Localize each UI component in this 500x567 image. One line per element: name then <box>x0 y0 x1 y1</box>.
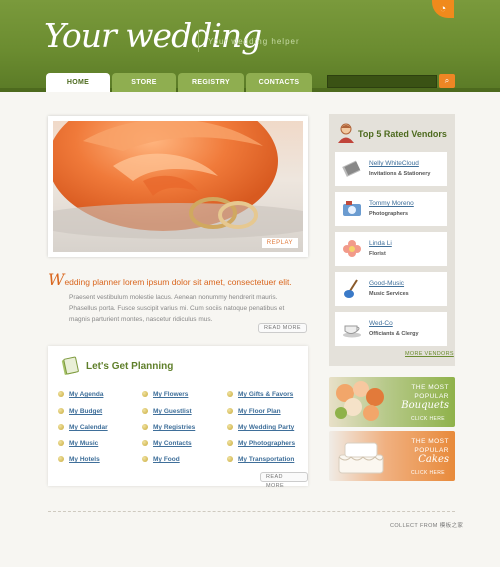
bullet-icon <box>227 408 233 414</box>
search-button[interactable]: ⌕ <box>439 74 455 88</box>
tab-registry[interactable]: REGISTRY <box>178 73 244 93</box>
planning-title: Let's Get Planning <box>86 361 174 372</box>
vendor-name[interactable]: Wed-Co <box>369 320 393 327</box>
camera-icon <box>343 201 361 216</box>
vendor-role: Photographers <box>369 211 409 217</box>
vendor-name[interactable]: Linda Li <box>369 240 392 247</box>
bouquets-banner[interactable]: THE MOST POPULAR Bouquets CLICK HERE <box>329 377 455 427</box>
intro-title: Wedding planner lorem ipsum dolor sit am… <box>48 270 292 289</box>
planning-link-music[interactable]: My Music <box>69 440 98 447</box>
banner-click-here[interactable]: CLICK HERE <box>411 416 445 422</box>
main-nav: HOME STORE REGISTRY CONTACTS <box>46 73 312 95</box>
bullet-icon <box>142 440 148 446</box>
more-vendors-link[interactable]: MORE VENDORS <box>405 351 454 357</box>
intro-title-text: edding planner lorem ipsum dolor sit ame… <box>64 277 292 287</box>
intro-paragraph: Praesent vestibulum molestie lacus. Aene… <box>69 294 285 323</box>
bouquet-image <box>335 381 384 421</box>
planning-link-contacts[interactable]: My Contacts <box>153 440 192 447</box>
vendor-role: Officiants & Clergy <box>369 331 419 337</box>
planning-read-more-button[interactable]: READ MORE <box>260 472 308 489</box>
vendor-name[interactable]: Tommy Moreno <box>369 200 414 207</box>
planning-link-budget[interactable]: My Budget <box>69 408 102 415</box>
cakes-banner[interactable]: THE MOST POPULAR Cakes CLICK HERE <box>329 431 455 481</box>
rose-and-rings-image: REPLAY <box>53 121 303 252</box>
tab-contacts[interactable]: CONTACTS <box>246 73 312 93</box>
banner-text: THE MOST POPULAR Cakes <box>389 437 449 465</box>
planning-link-calendar[interactable]: My Calendar <box>69 424 108 431</box>
banner-small-text: THE MOST POPULAR <box>411 438 449 454</box>
vendor-role: Florist <box>369 251 386 257</box>
planning-link-registries[interactable]: My Registries <box>153 424 195 431</box>
bullet-icon <box>142 408 148 414</box>
search-input[interactable] <box>327 75 437 88</box>
vendor-card[interactable]: Good-Music Music Services <box>335 272 447 306</box>
logo-divider <box>198 30 199 52</box>
replay-button[interactable]: REPLAY <box>261 238 298 248</box>
planning-link-photographers[interactable]: My Photographers <box>238 440 295 447</box>
planning-link-guestlist[interactable]: My Guestlist <box>153 408 192 415</box>
invitation-icon <box>342 160 361 177</box>
vendor-card[interactable]: Wed-Co Officiants & Clergy <box>335 312 447 346</box>
bullet-icon <box>227 456 233 462</box>
notebook-icon <box>61 356 79 375</box>
banner-large-text: Bouquets <box>401 400 449 411</box>
planning-link-gifts-favors[interactable]: My Gifts & Favors <box>238 391 293 398</box>
bullet-icon <box>142 391 148 397</box>
banner-small-text: THE MOST POPULAR <box>411 384 449 400</box>
search-icon: ⌕ <box>444 76 450 85</box>
bullet-icon <box>142 456 148 462</box>
flower-icon <box>343 240 361 257</box>
footer-divider <box>48 511 455 512</box>
site-logo[interactable]: Your wedding <box>44 16 262 55</box>
site-tagline: Your wedding helper <box>208 37 300 46</box>
planning-link-hotels[interactable]: My Hotels <box>69 456 100 463</box>
bullet-icon <box>58 424 64 430</box>
intro-initial: W <box>48 270 65 289</box>
teacup-icon <box>343 325 361 338</box>
bullet-icon <box>58 391 64 397</box>
footer-text: COLLECT FROM 模板之家 <box>390 523 464 529</box>
bullet-icon <box>227 391 233 397</box>
banner-large-text: Cakes <box>418 454 449 465</box>
bullet-icon <box>142 424 148 430</box>
bullet-icon <box>58 440 64 446</box>
hero-frame: REPLAY <box>48 116 308 257</box>
vendor-card[interactable]: Tommy Moreno Photographers <box>335 192 447 226</box>
vendor-role: Music Services <box>369 291 409 297</box>
planning-panel: Let's Get Planning My Agenda My Budget M… <box>48 346 308 489</box>
vendor-name[interactable]: Nelly WhiteCloud <box>369 160 419 167</box>
vendor-card[interactable]: Linda Li Florist <box>335 232 447 266</box>
banner-text: THE MOST POPULAR Bouquets <box>389 383 449 411</box>
intro-read-more-button[interactable]: READ MORE <box>258 323 307 333</box>
vendors-title: Top 5 Rated Vendors <box>358 129 447 139</box>
vendor-name[interactable]: Good-Music <box>369 280 404 287</box>
bullet-icon <box>58 408 64 414</box>
cake-image <box>338 442 384 474</box>
guitar-icon <box>344 279 358 298</box>
planning-link-floor-plan[interactable]: My Floor Plan <box>238 408 281 415</box>
bullet-icon <box>58 456 64 462</box>
planning-link-agenda[interactable]: My Agenda <box>69 391 103 398</box>
bullet-icon <box>227 424 233 430</box>
planning-link-wedding-party[interactable]: My Wedding Party <box>238 424 294 431</box>
planning-link-flowers[interactable]: My Flowers <box>153 391 188 398</box>
tab-store[interactable]: STORE <box>112 73 176 93</box>
planning-link-transportation[interactable]: My Transportation <box>238 456 294 463</box>
banner-click-here[interactable]: CLICK HERE <box>411 470 445 476</box>
vendor-card[interactable]: Nelly WhiteCloud Invitations & Stationer… <box>335 152 447 186</box>
bullet-icon <box>227 440 233 446</box>
planning-link-food[interactable]: My Food <box>153 456 180 463</box>
person-icon <box>338 123 354 143</box>
vendor-role: Invitations & Stationery <box>369 171 431 177</box>
top-vendors-panel: Top 5 Rated Vendors Nelly WhiteCloud Inv… <box>329 114 455 366</box>
